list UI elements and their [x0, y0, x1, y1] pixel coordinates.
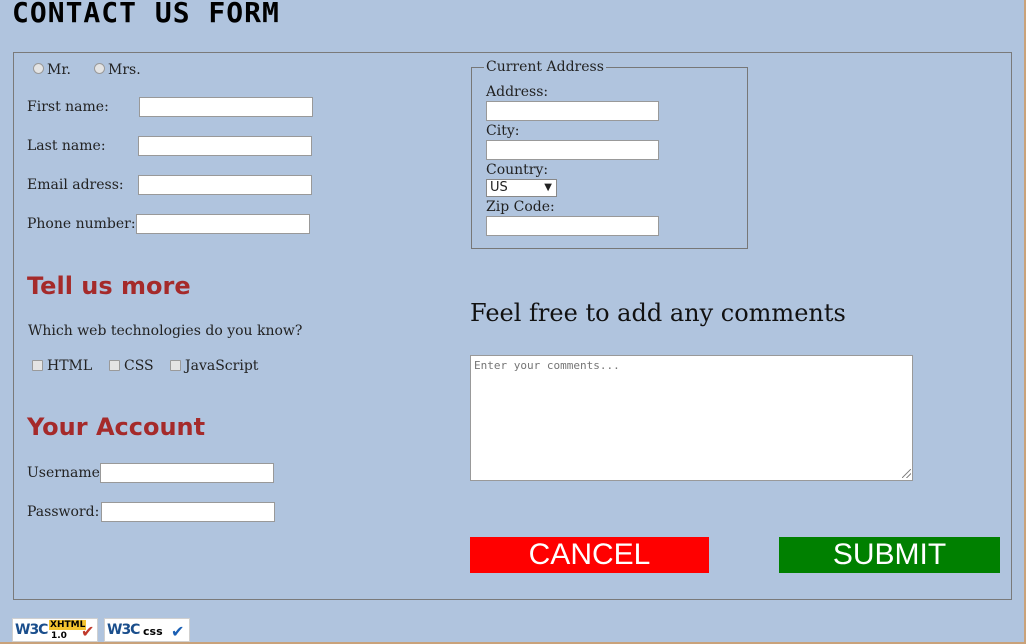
checkbox-html[interactable] — [32, 360, 43, 371]
tell-us-more-heading: Tell us more — [27, 272, 191, 300]
username-label: Username: — [27, 465, 105, 481]
last-name-label: Last name: — [27, 138, 106, 154]
radio-mr[interactable] — [33, 63, 44, 74]
comments-textarea[interactable] — [470, 355, 913, 481]
contact-form: Mr. Mrs. First name: Last name: Email ad… — [13, 52, 1012, 600]
resize-grip-icon[interactable] — [902, 469, 911, 478]
username-input[interactable] — [100, 463, 274, 483]
xhtml-version: 1.0 — [51, 631, 67, 641]
cancel-button[interactable]: CANCEL — [470, 537, 709, 573]
checkbox-javascript-label: JavaScript — [185, 358, 259, 374]
checkbox-css-label: CSS — [124, 358, 154, 374]
country-label: Country: — [486, 162, 549, 178]
password-input[interactable] — [101, 502, 275, 522]
country-select[interactable]: US ▼ — [486, 179, 557, 197]
address-input[interactable] — [486, 101, 659, 121]
w3c-logo: W3C — [107, 622, 140, 638]
zip-input[interactable] — [486, 216, 659, 236]
comments-heading: Feel free to add any comments — [470, 299, 846, 327]
tech-question: Which web technologies do you know? — [28, 323, 303, 339]
last-name-input[interactable] — [138, 136, 312, 156]
city-input[interactable] — [486, 140, 659, 160]
checkbox-css[interactable] — [109, 360, 120, 371]
first-name-label: First name: — [27, 99, 109, 115]
checkbox-javascript[interactable] — [170, 360, 181, 371]
radio-mrs-label: Mrs. — [108, 62, 141, 78]
current-address-legend: Current Address — [486, 59, 604, 75]
phone-input[interactable] — [136, 214, 310, 234]
radio-mr-label: Mr. — [47, 62, 71, 78]
first-name-input[interactable] — [139, 97, 313, 117]
submit-button[interactable]: SUBMIT — [779, 537, 1000, 573]
phone-label: Phone number: — [27, 216, 136, 232]
email-label: Email adress: — [27, 177, 124, 193]
your-account-heading: Your Account — [27, 413, 206, 441]
chevron-down-icon: ▼ — [544, 182, 552, 193]
radio-mrs[interactable] — [94, 63, 105, 74]
css-tag: css — [143, 625, 163, 638]
w3c-xhtml-badge[interactable]: W3C XHTML 1.0 ✔ — [12, 618, 98, 642]
email-input[interactable] — [138, 175, 312, 195]
city-label: City: — [486, 123, 520, 139]
checkmark-icon: ✔ — [171, 622, 185, 641]
address-label: Address: — [486, 84, 549, 100]
country-select-value: US — [490, 180, 508, 195]
w3c-logo: W3C — [15, 622, 48, 638]
checkmark-icon: ✔ — [81, 622, 95, 641]
page-title: CONTACT US FORM — [12, 0, 280, 29]
zip-label: Zip Code: — [486, 199, 555, 215]
checkbox-html-label: HTML — [47, 358, 93, 374]
w3c-css-badge[interactable]: W3C css ✔ — [104, 618, 190, 642]
password-label: Password: — [27, 504, 100, 520]
